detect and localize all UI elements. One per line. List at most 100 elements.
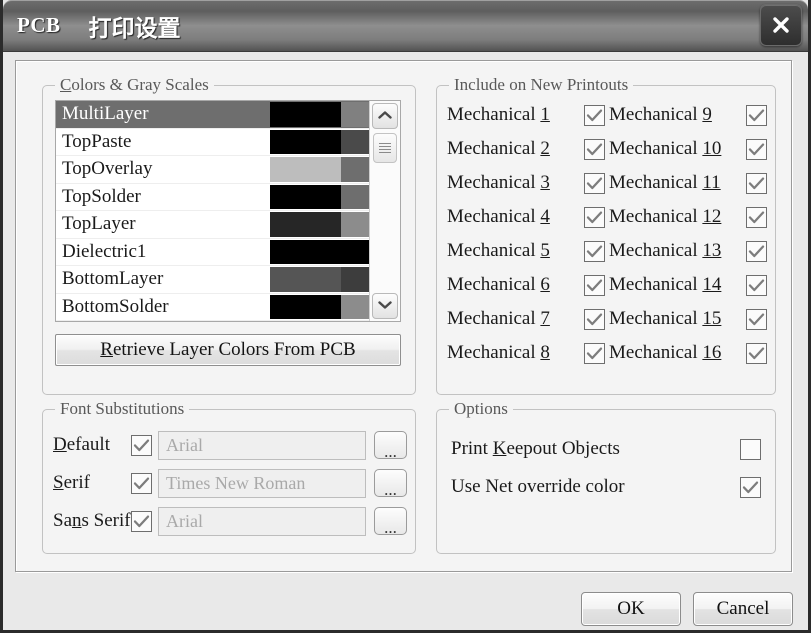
layer-name: BottomLayer (62, 268, 164, 290)
layer-grayscale-swatch[interactable] (341, 157, 369, 182)
check-icon (748, 142, 765, 157)
accelerator-digit: 2 (540, 138, 550, 159)
layer-row[interactable]: TopPaste (56, 129, 369, 156)
layer-row[interactable]: TopOverlay (56, 156, 369, 184)
check-icon (748, 176, 765, 191)
layer-color-swatch[interactable] (270, 294, 341, 319)
mechanical-layer-row[interactable]: Mechanical 4 (447, 200, 605, 234)
mechanical-layer-row[interactable]: Mechanical 12 (609, 200, 767, 234)
font-substitution-checkbox[interactable] (131, 434, 152, 456)
browse-font-button[interactable]: ... (374, 431, 407, 460)
mechanical-layer-checkbox[interactable] (746, 240, 767, 262)
retrieve-layer-colors-button[interactable]: Retrieve Layer Colors From PCB (55, 334, 401, 366)
layer-grayscale-swatch[interactable] (341, 294, 369, 319)
layer-grayscale-swatch[interactable] (341, 212, 369, 237)
mechanical-layer-checkbox[interactable] (584, 138, 605, 160)
mechanical-layer-checkbox[interactable] (584, 206, 605, 228)
check-icon (748, 108, 765, 123)
mechanical-layer-label: Mechanical 13 (609, 240, 722, 261)
mechanical-layer-row[interactable]: Mechanical 5 (447, 234, 605, 268)
scroll-thumb[interactable] (373, 133, 397, 163)
colors-group-title: Colors & Gray Scales (55, 75, 214, 95)
layer-grayscale-swatch[interactable] (341, 102, 369, 127)
accelerator-letter: K (492, 438, 507, 459)
options-group: Options Print Keepout Objects Use Net ove… (436, 399, 776, 554)
mechanical-layer-row[interactable]: Mechanical 1 (447, 98, 605, 132)
layer-list-scrollbar[interactable] (369, 101, 400, 321)
ok-button[interactable]: OK (581, 592, 681, 626)
layer-row[interactable]: MultiLayer (56, 101, 369, 129)
check-icon (586, 346, 603, 361)
option-checkbox[interactable] (740, 476, 761, 498)
accelerator-digit: 16 (702, 342, 722, 363)
mechanical-layer-label: Mechanical 8 (447, 342, 550, 363)
mechanical-layer-row[interactable]: Mechanical 13 (609, 234, 767, 268)
layer-grayscale-swatch[interactable] (341, 129, 369, 154)
mechanical-layer-checkbox[interactable] (584, 240, 605, 262)
mechanical-layer-row[interactable]: Mechanical 8 (447, 336, 605, 370)
mechanical-layer-checkbox[interactable] (584, 308, 605, 330)
layer-grayscale-swatch[interactable] (341, 184, 369, 209)
mechanical-layer-row[interactable]: Mechanical 3 (447, 166, 605, 200)
mechanical-layer-row[interactable]: Mechanical 15 (609, 302, 767, 336)
check-icon (586, 244, 603, 259)
scroll-up-button[interactable] (372, 103, 398, 129)
check-icon (748, 278, 765, 293)
mechanical-layer-row[interactable]: Mechanical 9 (609, 98, 767, 132)
mechanical-layer-row[interactable]: Mechanical 16 (609, 336, 767, 370)
layer-color-swatch[interactable] (270, 267, 341, 292)
mechanical-layer-checkbox[interactable] (584, 104, 605, 126)
mechanical-layer-checkbox[interactable] (746, 308, 767, 330)
mechanical-layer-row[interactable]: Mechanical 10 (609, 132, 767, 166)
layer-row[interactable]: Dielectric1 (56, 239, 369, 266)
mechanical-layer-row[interactable]: Mechanical 7 (447, 302, 605, 336)
layer-row[interactable]: BottomLayer (56, 266, 369, 294)
layer-color-swatch[interactable] (270, 239, 369, 264)
mechanical-layer-checkbox[interactable] (746, 104, 767, 126)
mechanical-layer-row[interactable]: Mechanical 11 (609, 166, 767, 200)
mechanical-layer-checkbox[interactable] (746, 206, 767, 228)
mechanical-column-right: Mechanical 9 Mechanical 10 Mechanical 11 Me… (609, 98, 767, 370)
option-row[interactable]: Print Keepout Objects (451, 432, 761, 466)
mechanical-layer-row[interactable]: Mechanical 14 (609, 268, 767, 302)
layer-name: TopPaste (62, 130, 132, 152)
browse-font-button[interactable]: ... (374, 507, 407, 536)
dialog-inner-panel: Colors & Gray Scales MultiLayer TopPaste T… (15, 60, 792, 572)
scroll-down-button[interactable] (372, 293, 398, 319)
option-checkbox[interactable] (740, 438, 761, 460)
mechanical-layer-label: Mechanical 5 (447, 240, 550, 261)
layer-name: Dielectric1 (62, 240, 147, 262)
font-name-field[interactable]: Times New Roman (158, 468, 366, 498)
font-name-field[interactable]: Arial (158, 506, 366, 536)
mechanical-layer-checkbox[interactable] (746, 274, 767, 296)
mechanical-layer-checkbox[interactable] (584, 342, 605, 364)
mechanical-layer-checkbox[interactable] (584, 274, 605, 296)
layer-grayscale-swatch[interactable] (341, 267, 369, 292)
include-on-new-printouts-group: Include on New Printouts Mechanical 1 Mec… (436, 75, 776, 395)
browse-font-button[interactable]: ... (374, 469, 407, 498)
close-button[interactable] (760, 4, 802, 46)
layer-color-swatch[interactable] (270, 212, 341, 237)
layer-list[interactable]: MultiLayer TopPaste TopOverlay TopSolder Top… (55, 100, 401, 322)
layer-color-swatch[interactable] (270, 102, 341, 127)
check-icon (586, 312, 603, 327)
mechanical-layer-checkbox[interactable] (746, 172, 767, 194)
layer-color-swatch[interactable] (270, 157, 341, 182)
mechanical-layer-row[interactable]: Mechanical 6 (447, 268, 605, 302)
mechanical-layer-checkbox[interactable] (746, 138, 767, 160)
cancel-button[interactable]: Cancel (693, 592, 793, 626)
mechanical-layer-checkbox[interactable] (584, 172, 605, 194)
font-substitution-checkbox[interactable] (131, 510, 152, 532)
font-name-field[interactable]: Arial (158, 430, 366, 460)
option-row[interactable]: Use Net override color (451, 470, 761, 504)
font-substitution-checkbox[interactable] (131, 472, 152, 494)
mechanical-layer-checkbox[interactable] (746, 342, 767, 364)
layer-name: TopLayer (62, 213, 136, 235)
layer-row[interactable]: TopSolder (56, 184, 369, 211)
layer-row[interactable]: BottomSolder (56, 294, 369, 321)
check-icon (586, 210, 603, 225)
layer-row[interactable]: TopLayer (56, 211, 369, 239)
layer-color-swatch[interactable] (270, 129, 341, 154)
layer-color-swatch[interactable] (270, 184, 341, 209)
mechanical-layer-row[interactable]: Mechanical 2 (447, 132, 605, 166)
